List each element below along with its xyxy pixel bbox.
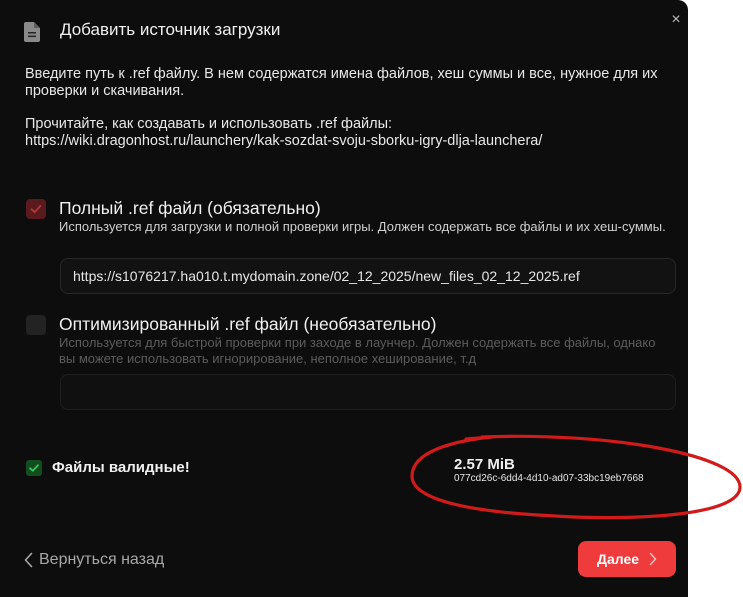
- full-ref-checkbox[interactable]: [26, 199, 46, 219]
- optimized-ref-title: Оптимизированный .ref файл (необязательн…: [59, 314, 437, 334]
- back-button[interactable]: Вернуться назад: [24, 549, 164, 571]
- optimized-ref-input[interactable]: [60, 374, 676, 410]
- full-ref-input[interactable]: https://s1076217.ha010.t.mydomain.zone/0…: [60, 258, 676, 294]
- chevron-left-icon: [24, 552, 33, 568]
- full-ref-title: Полный .ref файл (обязательно): [59, 198, 321, 218]
- file-hash: 077cd26c-6dd4-4d10-ad07-33bc19eb7668: [454, 473, 644, 484]
- close-icon[interactable]: ×: [668, 12, 684, 28]
- optimized-ref-description: Используется для быстрой проверки при за…: [59, 335, 656, 366]
- optimized-ref-checkbox[interactable]: [26, 315, 46, 335]
- intro-description: Введите путь к .ref файлу. В нем содержа…: [25, 66, 658, 99]
- chevron-right-icon: [649, 552, 657, 566]
- valid-check-icon: [26, 460, 42, 476]
- intro-text: Введите путь к .ref файлу. В нем содержа…: [25, 66, 665, 150]
- validation-status: Файлы валидные!: [52, 459, 190, 476]
- dialog-title: Добавить источник загрузки: [60, 20, 281, 39]
- intro-instructions: Прочитайте, как создавать и использовать…: [25, 116, 393, 132]
- full-ref-description: Используется для загрузки и полной прове…: [59, 219, 666, 234]
- document-icon: [24, 22, 40, 42]
- add-source-dialog: Добавить источник загрузки × Введите пут…: [0, 0, 688, 597]
- next-button[interactable]: Далее: [578, 541, 676, 577]
- wiki-link[interactable]: https://wiki.dragonhost.ru/launchery/kak…: [25, 133, 542, 149]
- back-button-label: Вернуться назад: [39, 551, 165, 568]
- check-icon: [30, 204, 42, 214]
- next-button-label: Далее: [596, 551, 640, 567]
- file-size: 2.57 MiB: [454, 456, 515, 473]
